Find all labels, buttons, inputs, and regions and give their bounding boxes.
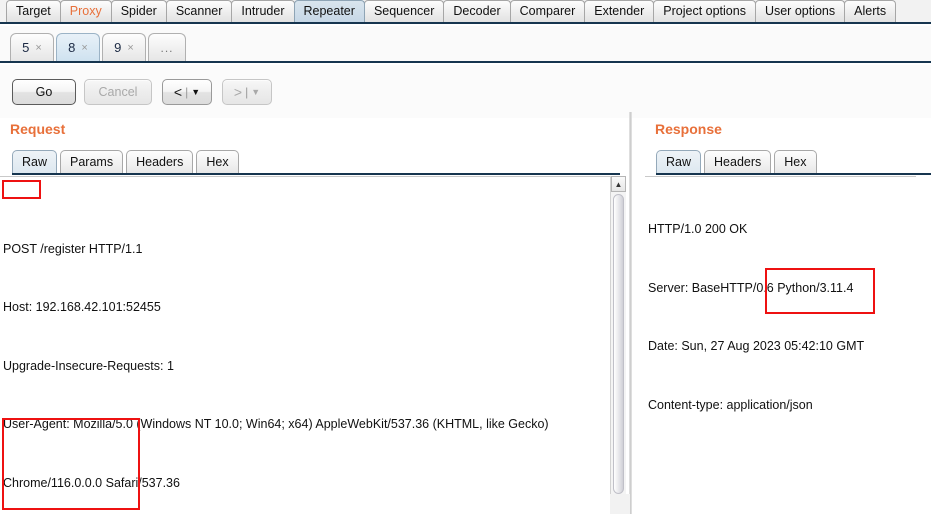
response-panel-title: Response (655, 121, 722, 137)
repeater-tab-5-label: 5 (22, 40, 30, 55)
response-raw-viewer[interactable]: HTTP/1.0 200 OK Server: BaseHTTP/0.6 Pyt… (645, 176, 931, 514)
request-tab-params[interactable]: Params (60, 150, 124, 173)
repeater-toolbar: Go Cancel < | ▼ > | ▼ (0, 65, 931, 118)
tab-decoder[interactable]: Decoder (443, 0, 511, 22)
repeater-sub-tab-bar: 5 × 8 × 9 × ... (0, 26, 931, 63)
request-raw-editor[interactable]: POST /register HTTP/1.1 Host: 192.168.42… (0, 176, 610, 514)
response-header-date: Date: Sun, 27 Aug 2023 05:42:10 GMT (648, 339, 865, 353)
scroll-up-arrow-icon[interactable]: ▲ (611, 176, 626, 192)
request-view-tabs: Raw Params Headers Hex (12, 150, 242, 173)
request-target: /register HTTP/1.1 (36, 241, 143, 256)
repeater-tab-9-label: 9 (114, 40, 122, 55)
request-tab-hex[interactable]: Hex (196, 150, 239, 173)
cancel-button: Cancel (84, 79, 152, 105)
close-icon[interactable]: × (81, 42, 87, 54)
response-header-server: Server: BaseHTTP/0.6 Python/3.11.4 (648, 280, 854, 295)
tab-intruder[interactable]: Intruder (231, 0, 295, 22)
http-method: POST (3, 241, 37, 256)
chevron-right-icon: > (233, 84, 243, 100)
back-button[interactable]: < | ▼ (162, 79, 212, 105)
chevron-left-icon: < (173, 84, 183, 100)
repeater-tab-5[interactable]: 5 × (10, 33, 54, 61)
tab-comparer[interactable]: Comparer (509, 0, 586, 22)
scrollbar-thumb[interactable] (613, 194, 624, 494)
repeater-tab-8[interactable]: 8 × (56, 33, 100, 61)
forward-button: > | ▼ (222, 79, 272, 105)
request-line: POST /register HTTP/1.1 (3, 240, 610, 260)
tab-project-options[interactable]: Project options (653, 0, 756, 22)
request-tabs-underline (12, 173, 620, 175)
repeater-tab-9[interactable]: 9 × (102, 33, 146, 61)
tab-repeater[interactable]: Repeater (293, 0, 365, 22)
chevron-down-icon: ▼ (251, 86, 261, 97)
main-tab-bar: Target Proxy Spider Scanner Intruder Rep… (0, 0, 931, 24)
response-tab-hex[interactable]: Hex (774, 150, 817, 173)
response-scroll-gutter (916, 176, 931, 514)
request-tab-raw[interactable]: Raw (12, 150, 58, 173)
response-tab-raw[interactable]: Raw (656, 150, 702, 173)
editor-bottom-strip (610, 494, 630, 514)
response-tab-headers[interactable]: Headers (704, 150, 772, 173)
response-status-line: HTTP/1.0 200 OK (648, 222, 748, 236)
tab-target[interactable]: Target (6, 0, 61, 22)
repeater-tab-more[interactable]: ... (148, 33, 186, 61)
header-upgrade: Upgrade-Insecure-Requests: 1 (3, 358, 174, 373)
go-button[interactable]: Go (12, 79, 76, 105)
tab-scanner[interactable]: Scanner (165, 0, 233, 22)
response-tabs-underline (656, 173, 931, 175)
tab-proxy[interactable]: Proxy (59, 0, 112, 22)
tab-spider[interactable]: Spider (110, 0, 167, 22)
button-separator: | (245, 85, 249, 99)
header-user-agent: User-Agent: Mozilla/5.0 (Windows NT 10.0… (3, 417, 549, 431)
tab-user-options[interactable]: User options (754, 0, 846, 22)
tab-sequencer[interactable]: Sequencer (363, 0, 445, 22)
panel-splitter[interactable] (629, 112, 632, 514)
response-view-tabs: Raw Headers Hex (656, 150, 820, 173)
repeater-tab-8-label: 8 (68, 40, 76, 55)
button-separator: | (185, 85, 189, 99)
tab-extender[interactable]: Extender (584, 0, 655, 22)
chevron-down-icon[interactable]: ▼ (191, 87, 200, 97)
response-blank-line (648, 454, 931, 474)
header-user-agent-cont: Chrome/116.0.0.0 Safari/537.36 (3, 475, 180, 490)
request-panel-title: Request (10, 121, 66, 137)
tab-alerts[interactable]: Alerts (844, 0, 897, 22)
request-vertical-scrollbar[interactable]: ▲ (610, 176, 626, 514)
close-icon[interactable]: × (35, 42, 41, 54)
close-icon[interactable]: × (127, 42, 133, 54)
header-host: Host: 192.168.42.101:52455 (3, 300, 161, 314)
request-tab-headers[interactable]: Headers (126, 150, 194, 173)
response-header-content-type: Content-type: application/json (648, 397, 813, 412)
